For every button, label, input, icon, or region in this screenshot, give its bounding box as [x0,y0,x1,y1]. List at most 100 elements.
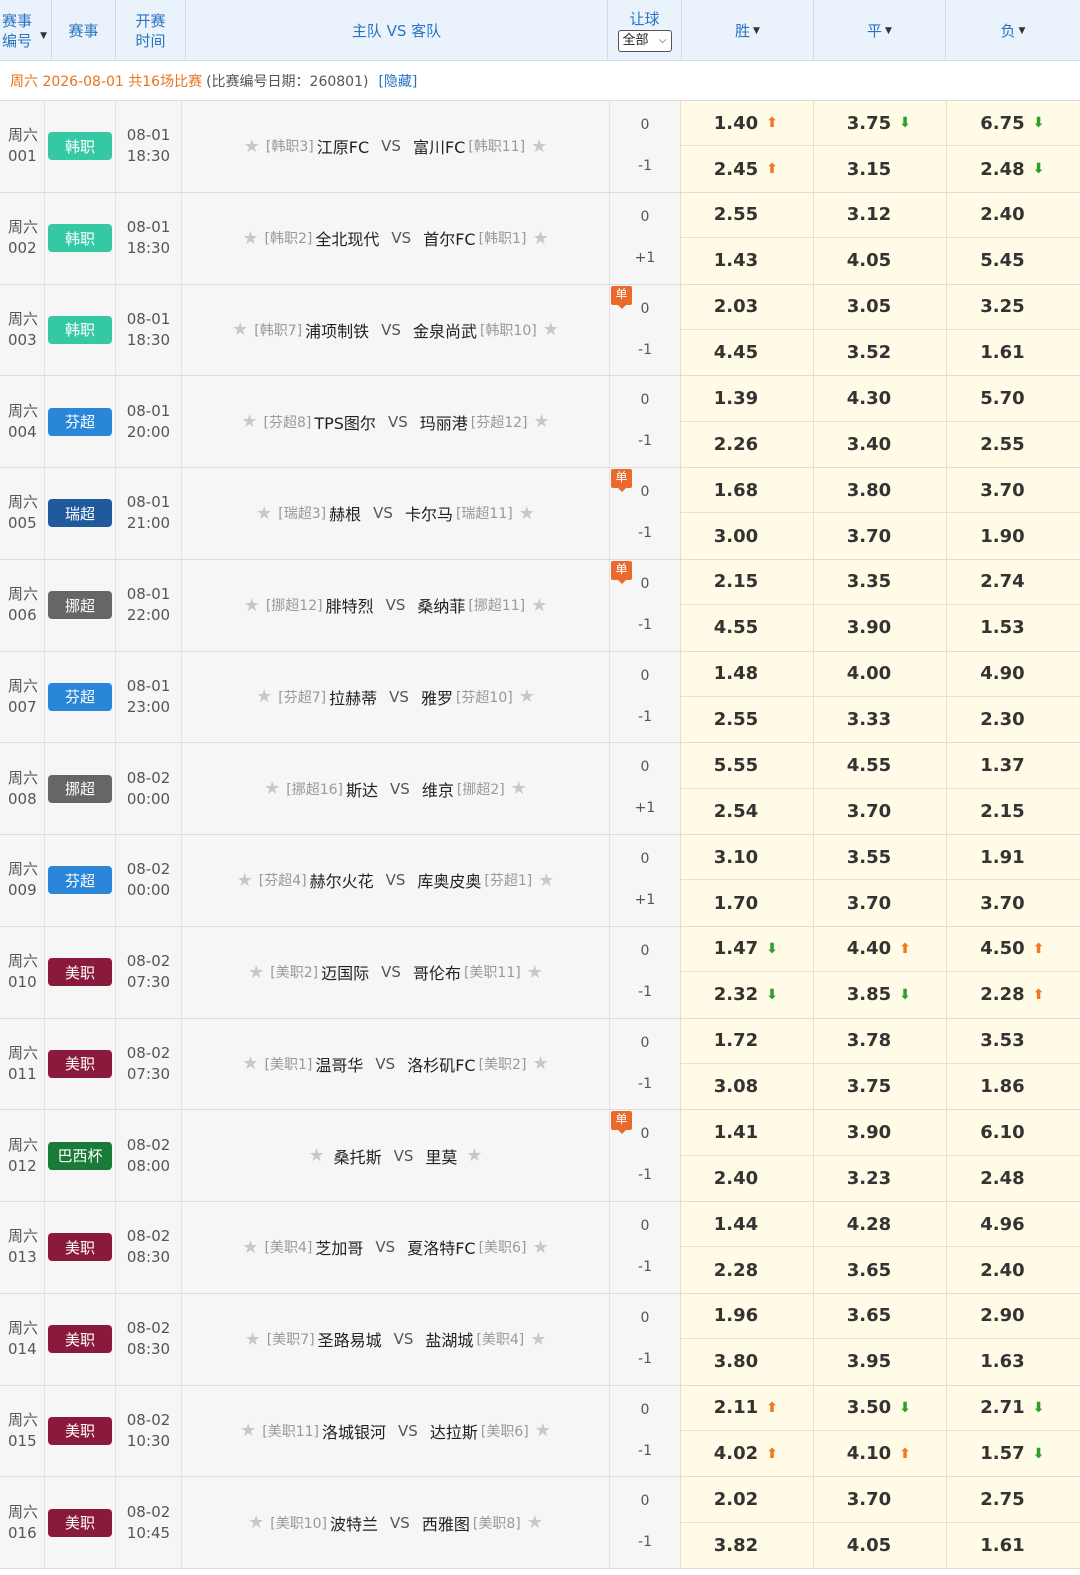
away-team[interactable]: 玛丽港 [420,410,468,434]
away-team[interactable]: 达拉斯 [430,1419,478,1443]
odds-draw[interactable]: 4.05 [813,238,946,284]
odds-win[interactable]: 3.82 [680,1522,813,1568]
star-icon[interactable]: ★ [237,870,253,891]
home-team[interactable]: 波特兰 [330,1511,378,1535]
odds-win[interactable]: 1.96 [680,1293,813,1339]
odds-draw[interactable]: 3.33 [813,696,946,743]
star-icon[interactable]: ★ [543,319,559,340]
odds-lose[interactable]: 2.30 [946,696,1080,743]
star-icon[interactable]: ★ [308,1145,324,1166]
odds-win[interactable]: 2.11 ⬆ [680,1385,813,1430]
star-icon[interactable]: ★ [232,319,248,340]
odds-win[interactable]: 3.00 [680,513,813,559]
odds-draw[interactable]: 4.05 [813,1522,946,1568]
league-badge[interactable]: 美职 [48,1049,112,1078]
odds-draw[interactable]: 3.78 [813,1018,946,1063]
odds-draw[interactable]: 3.70 [813,880,946,926]
star-icon[interactable]: ★ [535,1420,551,1441]
odds-win[interactable]: 1.43 [680,238,813,284]
league-badge[interactable]: 芬超 [48,682,112,711]
odds-win[interactable]: 2.02 [680,1477,813,1522]
odds-lose[interactable]: 2.40 [946,1247,1080,1293]
odds-draw[interactable]: 3.50 ⬇ [813,1385,946,1430]
odds-lose[interactable]: 3.70 [946,468,1080,513]
odds-draw[interactable]: 3.05 [813,284,946,329]
star-icon[interactable]: ★ [538,870,554,891]
handicap-filter-select[interactable]: 全部 ⌵ [617,30,672,52]
league-badge[interactable]: 韩职 [48,224,112,253]
away-team[interactable]: 哥伦布 [413,960,461,984]
odds-lose[interactable]: 3.53 [946,1018,1080,1063]
odds-win[interactable]: 1.68 [680,468,813,513]
away-team[interactable]: 金泉尚武 [413,318,477,342]
odds-draw[interactable]: 3.15 [813,146,946,192]
odds-lose[interactable]: 1.91 [946,835,1080,880]
hide-link[interactable]: [隐藏] [378,71,417,91]
away-team[interactable]: 夏洛特FC [407,1235,475,1259]
odds-win[interactable]: 4.45 [680,329,813,376]
league-badge[interactable]: 巴西杯 [48,1141,112,1170]
league-badge[interactable]: 挪超 [48,591,112,620]
odds-lose[interactable]: 2.71 ⬇ [946,1385,1080,1430]
odds-lose[interactable]: 2.40 [946,192,1080,238]
odds-win[interactable]: 1.39 [680,376,813,421]
odds-lose[interactable]: 2.15 [946,788,1080,834]
star-icon[interactable]: ★ [532,1237,548,1258]
star-icon[interactable]: ★ [248,962,264,983]
away-team[interactable]: 首尔FC [423,226,475,250]
league-badge[interactable]: 芬超 [48,866,112,895]
odds-win[interactable]: 2.55 [680,192,813,238]
home-team[interactable]: 赫根 [329,501,361,525]
star-icon[interactable]: ★ [531,595,547,616]
odds-lose[interactable]: 4.50 ⬆ [946,926,1080,972]
league-badge[interactable]: 韩职 [48,315,112,344]
odds-win[interactable]: 1.72 [680,1018,813,1063]
home-team[interactable]: 赫尔火花 [310,868,374,892]
odds-draw[interactable]: 3.90 [813,1110,946,1155]
header-match-id[interactable]: 赛事编号 ▼ [0,0,52,61]
odds-draw[interactable]: 3.65 [813,1293,946,1339]
home-team[interactable]: 腓特烈 [326,593,374,617]
away-team[interactable]: 洛杉矶FC [407,1052,475,1076]
odds-draw[interactable]: 3.90 [813,605,946,651]
home-team[interactable]: 桑托斯 [334,1144,382,1168]
league-badge[interactable]: 美职 [48,1508,112,1537]
star-icon[interactable]: ★ [466,1145,482,1166]
odds-draw[interactable]: 3.70 [813,788,946,834]
odds-draw[interactable]: 3.80 [813,468,946,513]
league-badge[interactable]: 美职 [48,1233,112,1262]
away-team[interactable]: 卡尔马 [405,501,453,525]
odds-draw[interactable]: 4.00 [813,651,946,696]
home-team[interactable]: 迈国际 [321,960,369,984]
odds-win[interactable]: 2.55 [680,696,813,743]
odds-win[interactable]: 5.55 [680,743,813,788]
header-lose[interactable]: 负 ▼ [946,0,1080,61]
home-team[interactable]: 拉赫蒂 [329,685,377,709]
odds-draw[interactable]: 3.70 [813,1477,946,1522]
star-icon[interactable]: ★ [511,778,527,799]
odds-win[interactable]: 1.47 ⬇ [680,926,813,972]
league-badge[interactable]: 美职 [48,1325,112,1354]
odds-lose[interactable]: 2.75 [946,1477,1080,1522]
home-team[interactable]: 圣路易城 [318,1327,382,1351]
odds-draw[interactable]: 3.75 [813,1063,946,1110]
odds-draw[interactable]: 3.35 [813,559,946,605]
home-team[interactable]: 芝加哥 [315,1235,363,1259]
odds-lose[interactable]: 1.86 [946,1063,1080,1110]
odds-lose[interactable]: 2.48 ⬇ [946,146,1080,192]
home-team[interactable]: TPS图尔 [314,410,376,434]
odds-draw[interactable]: 3.12 [813,192,946,238]
odds-draw[interactable]: 3.75 ⬇ [813,101,946,146]
odds-draw[interactable]: 3.85 ⬇ [813,972,946,1018]
odds-lose[interactable]: 1.57 ⬇ [946,1430,1080,1477]
odds-win[interactable]: 2.03 [680,284,813,329]
away-team[interactable]: 桑纳菲 [417,593,465,617]
odds-win[interactable]: 3.08 [680,1063,813,1110]
odds-draw[interactable]: 4.10 ⬆ [813,1430,946,1477]
odds-lose[interactable]: 2.74 [946,559,1080,605]
away-team[interactable]: 库奥皮奥 [417,868,481,892]
odds-lose[interactable]: 2.90 [946,1293,1080,1339]
home-team[interactable]: 江原FC [317,134,369,158]
odds-win[interactable]: 1.40 ⬆ [680,101,813,146]
away-team[interactable]: 西雅图 [422,1511,470,1535]
